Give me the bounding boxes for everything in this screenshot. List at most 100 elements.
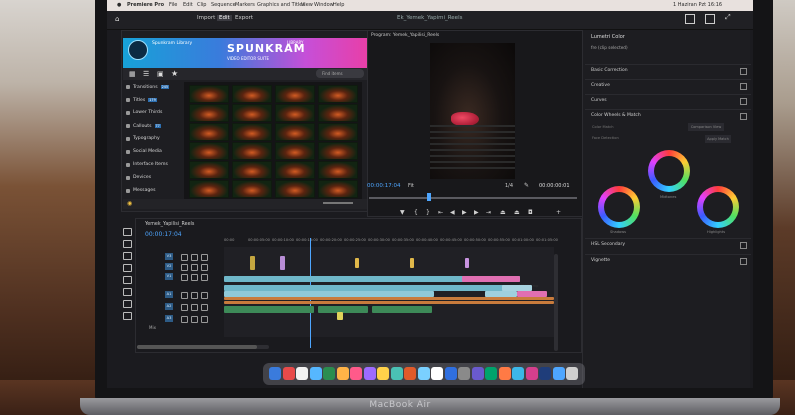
section-vignette[interactable]: Vignette — [585, 254, 751, 267]
library-thumbnail[interactable] — [318, 85, 358, 103]
share-icon[interactable] — [705, 14, 715, 24]
library-thumbnail[interactable] — [275, 161, 315, 179]
library-thumbnail[interactable] — [275, 85, 315, 103]
fit-dropdown[interactable]: Fit — [408, 183, 414, 189]
audio-clip-a2c[interactable] — [372, 306, 432, 313]
play-icon[interactable]: ▶ — [462, 209, 467, 216]
pen-icon[interactable] — [123, 288, 132, 296]
dock-app-icon[interactable] — [458, 367, 470, 380]
lock-icon[interactable] — [181, 274, 188, 281]
library-thumbnail[interactable] — [232, 180, 272, 198]
title-clip[interactable] — [410, 258, 414, 268]
palette-icon[interactable]: ◉ — [127, 200, 132, 207]
library-thumbnail[interactable] — [318, 104, 358, 122]
menu-help[interactable]: Help — [333, 0, 344, 11]
sync-icon[interactable] — [191, 304, 198, 311]
face-detection-checkbox[interactable]: Face Detection — [592, 136, 619, 140]
menu-edit[interactable]: Edit — [183, 0, 193, 11]
dock-app-icon[interactable] — [390, 367, 403, 380]
slip-icon[interactable] — [123, 276, 132, 284]
hand-icon[interactable] — [123, 300, 132, 308]
section-toggle-icon[interactable] — [740, 242, 747, 249]
library-category[interactable]: Lower Thirds — [125, 108, 189, 118]
list-icon[interactable]: ☰ — [143, 70, 149, 78]
camera-icon[interactable]: ◘ — [528, 209, 533, 216]
library-thumbnail[interactable] — [189, 104, 229, 122]
lock-icon[interactable] — [181, 304, 188, 311]
goto-in-icon[interactable]: ⇤ — [438, 209, 443, 216]
program-timecode[interactable]: 00:00:17:04 — [367, 183, 401, 189]
library-thumbnail[interactable] — [189, 180, 229, 198]
dock-app-icon[interactable] — [512, 367, 524, 380]
library-thumbnail[interactable] — [232, 85, 272, 103]
library-category[interactable]: Social Media — [125, 147, 189, 157]
type-icon[interactable] — [123, 312, 132, 320]
library-category[interactable]: Callouts 77 — [125, 121, 189, 131]
dock-app-icon[interactable] — [539, 367, 551, 380]
library-search-input[interactable]: Find items — [316, 69, 364, 78]
sync-icon[interactable] — [191, 264, 198, 271]
eye-icon[interactable] — [201, 264, 208, 271]
lock-icon[interactable] — [181, 316, 188, 323]
dock-app-icon[interactable] — [296, 367, 308, 380]
dock-app-icon[interactable] — [485, 367, 497, 380]
dock-app-icon[interactable] — [431, 367, 443, 380]
section-color-wheels[interactable]: Color Wheels & Match — [585, 109, 751, 122]
library-thumbnail[interactable] — [318, 123, 358, 141]
dock-app-icon[interactable] — [444, 367, 457, 380]
dock-app-icon[interactable] — [336, 367, 349, 380]
expand-icon[interactable]: ⤢ — [725, 13, 731, 22]
dock-app-icon[interactable] — [471, 367, 484, 380]
library-thumbnail[interactable] — [232, 104, 272, 122]
section-hsl-secondary[interactable]: HSL Secondary — [585, 238, 751, 251]
grid-icon[interactable]: ▦ — [129, 70, 136, 78]
workspace-icon[interactable] — [685, 14, 695, 24]
dock-app-icon[interactable] — [323, 367, 335, 380]
out-point-icon[interactable]: } — [426, 209, 430, 216]
library-thumbnail[interactable] — [189, 161, 229, 179]
menubar-app-name[interactable]: Premiere Pro — [127, 0, 164, 11]
audio-clip-a1b[interactable] — [224, 301, 554, 304]
library-thumbnail[interactable] — [232, 142, 272, 160]
eye-icon[interactable] — [201, 292, 208, 299]
eye-icon[interactable] — [201, 254, 208, 261]
library-thumbnail[interactable] — [275, 142, 315, 160]
timeline-scroll-handle[interactable] — [137, 345, 257, 349]
library-thumbnail[interactable] — [318, 142, 358, 160]
library-thumbnail[interactable] — [189, 123, 229, 141]
library-category[interactable]: Messages — [125, 186, 189, 196]
library-thumbnail[interactable] — [318, 180, 358, 198]
title-clip[interactable] — [280, 256, 285, 270]
comparison-view-button[interactable]: Comparison View — [688, 123, 724, 131]
menubar-clock[interactable]: 1 Haziran Pzt 16:16 — [673, 0, 722, 11]
zoom-slider[interactable] — [323, 202, 353, 204]
tab-edit[interactable]: Edit — [217, 15, 232, 21]
library-thumbnail[interactable] — [232, 123, 272, 141]
section-basic-correction[interactable]: Basic Correction — [585, 64, 751, 77]
library-category[interactable]: Transitions 245 — [125, 82, 189, 92]
dock-app-icon[interactable] — [566, 367, 578, 380]
dock-app-icon[interactable] — [350, 367, 362, 380]
home-icon[interactable]: ⌂ — [115, 15, 119, 23]
library-category[interactable]: Interface Items — [125, 160, 189, 170]
track-target-toggle[interactable]: V3 — [165, 253, 173, 260]
dock-app-icon[interactable] — [309, 367, 322, 380]
dock-app-icon[interactable] — [498, 367, 511, 380]
lock-icon[interactable] — [181, 254, 188, 261]
menu-markers[interactable]: Markers — [235, 0, 255, 11]
section-toggle-icon[interactable] — [740, 258, 747, 265]
track-target-toggle[interactable]: A2 — [165, 303, 173, 310]
title-clip[interactable] — [250, 256, 255, 270]
lumetri-clip-label[interactable]: fre (clip selected) — [591, 45, 628, 50]
library-thumbnail[interactable] — [275, 180, 315, 198]
track-select-icon[interactable] — [123, 240, 132, 248]
sync-icon[interactable] — [191, 292, 198, 299]
lift-icon[interactable]: ⏏ — [500, 209, 506, 216]
add-button-icon[interactable]: + — [556, 209, 561, 216]
menu-graphics[interactable]: Graphics and Titles — [257, 0, 305, 11]
dock-app-icon[interactable] — [269, 367, 281, 380]
dock-app-icon[interactable] — [417, 367, 430, 380]
apply-match-button[interactable]: Apply Match — [705, 135, 731, 143]
title-clip[interactable] — [355, 258, 359, 268]
section-creative[interactable]: Creative — [585, 79, 751, 92]
